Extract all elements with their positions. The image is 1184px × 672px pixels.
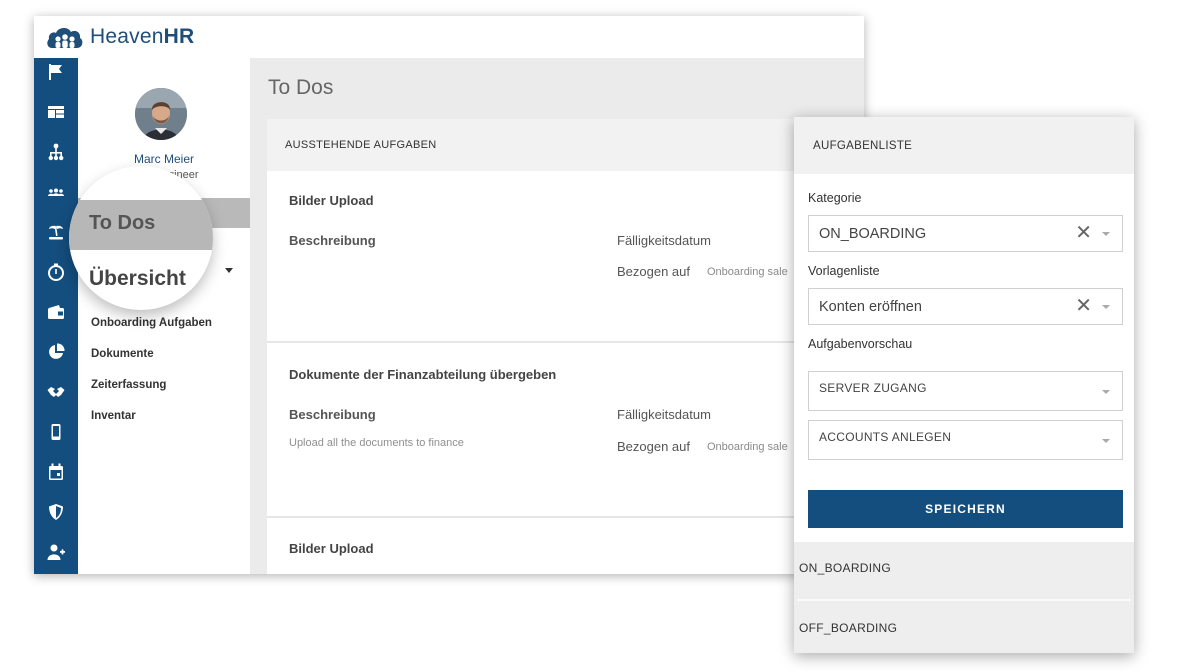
category-on-boarding[interactable]: ON_BOARDING bbox=[794, 539, 1134, 597]
calendar-icon[interactable] bbox=[34, 452, 78, 492]
card-header: AUSSTEHENDE AUFGABEN bbox=[267, 119, 864, 171]
task-title[interactable]: Dokumente der Finanzabteilung übergeben bbox=[289, 367, 556, 382]
user-name[interactable]: Marc Meier bbox=[78, 152, 250, 166]
shield-icon[interactable] bbox=[34, 492, 78, 532]
clear-icon[interactable]: ✕ bbox=[1075, 295, 1092, 317]
icon-sidebar bbox=[34, 58, 78, 574]
preview-item-server-zugang[interactable]: SERVER ZUGANG bbox=[808, 371, 1123, 411]
profile-nav-panel: Marc Meier gineer Onboarding Aufgaben Do… bbox=[78, 58, 250, 574]
brand-name-bold: HR bbox=[163, 25, 195, 48]
preview-item-accounts-anlegen[interactable]: ACCOUNTS ANLEGEN bbox=[808, 420, 1123, 460]
nav-item-zeiterfassung[interactable]: Zeiterfassung bbox=[91, 379, 166, 391]
task-divider bbox=[267, 341, 864, 343]
clear-icon[interactable]: ✕ bbox=[1075, 222, 1092, 244]
task-title[interactable]: Bilder Upload bbox=[289, 193, 374, 208]
avatar[interactable] bbox=[135, 88, 187, 140]
mobile-icon[interactable] bbox=[34, 412, 78, 452]
pending-tasks-card: AUSSTEHENDE AUFGABEN Bilder Upload Besch… bbox=[267, 119, 864, 574]
save-button[interactable]: SPEICHERN bbox=[808, 490, 1123, 528]
description-label: Beschreibung bbox=[289, 407, 376, 422]
vorlagenliste-value: Konten eröffnen bbox=[819, 299, 922, 315]
kategorie-value: ON_BOARDING bbox=[819, 226, 927, 242]
caret-down-icon[interactable] bbox=[1102, 390, 1110, 394]
nav-item-onboarding-aufgaben[interactable]: Onboarding Aufgaben bbox=[91, 317, 212, 329]
caret-down-icon[interactable] bbox=[1102, 439, 1110, 443]
brand-name-light: Heaven bbox=[90, 25, 164, 48]
nav-item-inventar[interactable]: Inventar bbox=[91, 410, 136, 422]
vorlagenliste-label: Vorlagenliste bbox=[808, 264, 880, 278]
org-chart-icon[interactable] bbox=[34, 132, 78, 172]
description-label: Beschreibung bbox=[289, 233, 376, 248]
category-off-boarding[interactable]: OFF_BOARDING bbox=[794, 599, 1134, 657]
related-value[interactable]: Onboarding sale bbox=[707, 266, 788, 278]
dashboard-icon[interactable] bbox=[34, 92, 78, 132]
task-list-panel: AUFGABENLISTE Kategorie ON_BOARDING ✕ Vo… bbox=[794, 117, 1134, 653]
zoom-magnifier: To Dos Übersicht bbox=[69, 166, 213, 310]
due-date-label: Fälligkeitsdatum bbox=[617, 233, 711, 248]
kategorie-label: Kategorie bbox=[808, 191, 862, 205]
aufgabenvorschau-label: Aufgabenvorschau bbox=[808, 337, 913, 351]
task-title[interactable]: Bilder Upload bbox=[289, 541, 374, 556]
pie-chart-icon[interactable] bbox=[34, 332, 78, 372]
caret-down-icon[interactable] bbox=[1102, 305, 1110, 309]
preview-item-label: SERVER ZUGANG bbox=[819, 381, 927, 395]
task-divider bbox=[267, 516, 864, 518]
wallet-icon[interactable] bbox=[34, 292, 78, 332]
related-label: Bezogen auf bbox=[617, 264, 691, 279]
related-label: Bezogen auf bbox=[617, 439, 691, 454]
nav-item-dokumente[interactable]: Dokumente bbox=[91, 348, 154, 360]
flag-icon[interactable] bbox=[34, 52, 78, 92]
vorlagenliste-select[interactable]: Konten eröffnen ✕ bbox=[808, 288, 1123, 325]
handshake-icon[interactable] bbox=[34, 372, 78, 412]
nav-item-uebersicht[interactable]: Übersicht bbox=[89, 267, 186, 291]
kategorie-select[interactable]: ON_BOARDING ✕ bbox=[808, 215, 1123, 252]
top-bar: HeavenHR bbox=[34, 16, 864, 58]
brand-name[interactable]: HeavenHR bbox=[90, 25, 194, 49]
due-date-label: Fälligkeitsdatum bbox=[617, 407, 711, 422]
page-title: To Dos bbox=[268, 76, 334, 99]
related-value[interactable]: Onboarding sale bbox=[707, 441, 788, 453]
panel-form: Kategorie ON_BOARDING ✕ Vorlagenliste Ko… bbox=[794, 174, 1134, 542]
caret-down-icon[interactable] bbox=[1102, 232, 1110, 236]
panel-header: AUFGABENLISTE bbox=[794, 117, 1134, 174]
add-user-icon[interactable] bbox=[34, 532, 78, 572]
heavenhr-logo-icon[interactable] bbox=[46, 24, 84, 50]
chevron-down-icon[interactable] bbox=[225, 268, 233, 273]
nav-item-todos[interactable]: To Dos bbox=[89, 212, 155, 235]
main-content: To Dos AUSSTEHENDE AUFGABEN Bilder Uploa… bbox=[250, 58, 864, 574]
preview-item-label: ACCOUNTS ANLEGEN bbox=[819, 430, 952, 444]
task-description: Upload all the documents to finance bbox=[289, 437, 464, 449]
